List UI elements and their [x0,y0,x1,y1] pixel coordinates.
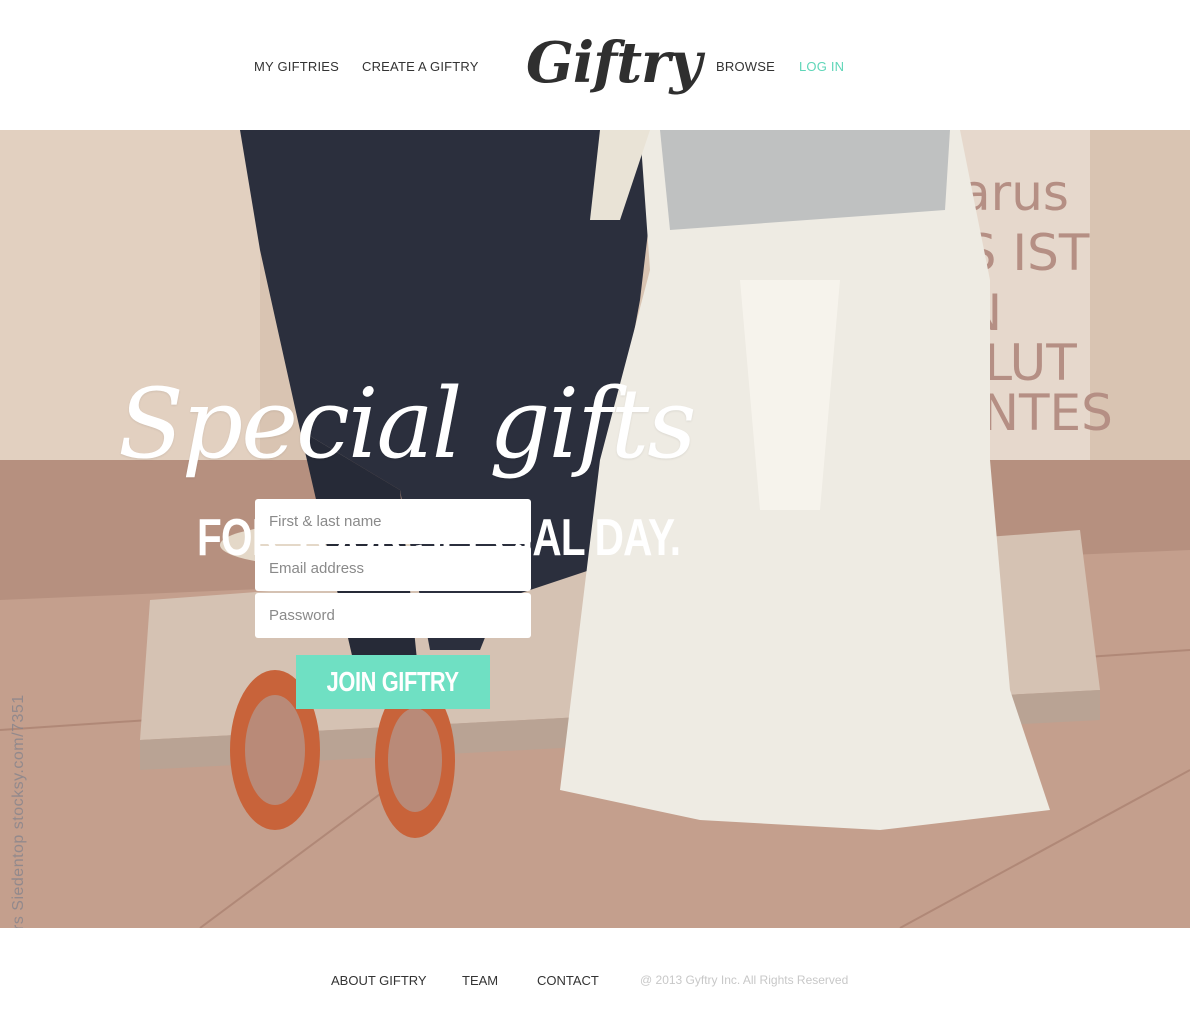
nav-log-in[interactable]: LOG IN [799,59,844,74]
name-field[interactable] [255,499,531,544]
password-field[interactable] [255,593,531,638]
join-button-label: JOIN GIFTRY [326,666,460,697]
nav-create-giftry[interactable]: CREATE A GIFTRY [362,59,479,74]
site-footer: ABOUT GIFTRY TEAM CONTACT @ 2013 Gyftry … [0,928,1190,1034]
logo-wordmark: Giftry [526,30,702,96]
footer-team-link[interactable]: TEAM [462,973,498,988]
email-field[interactable] [255,546,531,591]
headline-script: Special gifts [118,368,696,480]
hero-section: arus IS IST IN BLUT ENTES Special gifts … [0,130,1190,928]
site-header: MY GIFTRIES CREATE A GIFTRY Giftry BROWS… [0,0,1190,130]
photo-credit: rs Siedentop stocksy.com/7351 [10,694,27,928]
footer-contact-link[interactable]: CONTACT [537,973,599,988]
join-giftry-button[interactable]: JOIN GIFTRY [296,655,490,709]
copyright-text: @ 2013 Gyftry Inc. All Rights Reserved [640,973,849,987]
footer-about-link[interactable]: ABOUT GIFTRY [331,973,427,988]
giftry-logo[interactable]: Giftry [522,24,702,102]
nav-browse[interactable]: BROWSE [716,59,775,74]
nav-my-giftries[interactable]: MY GIFTRIES [254,59,339,74]
